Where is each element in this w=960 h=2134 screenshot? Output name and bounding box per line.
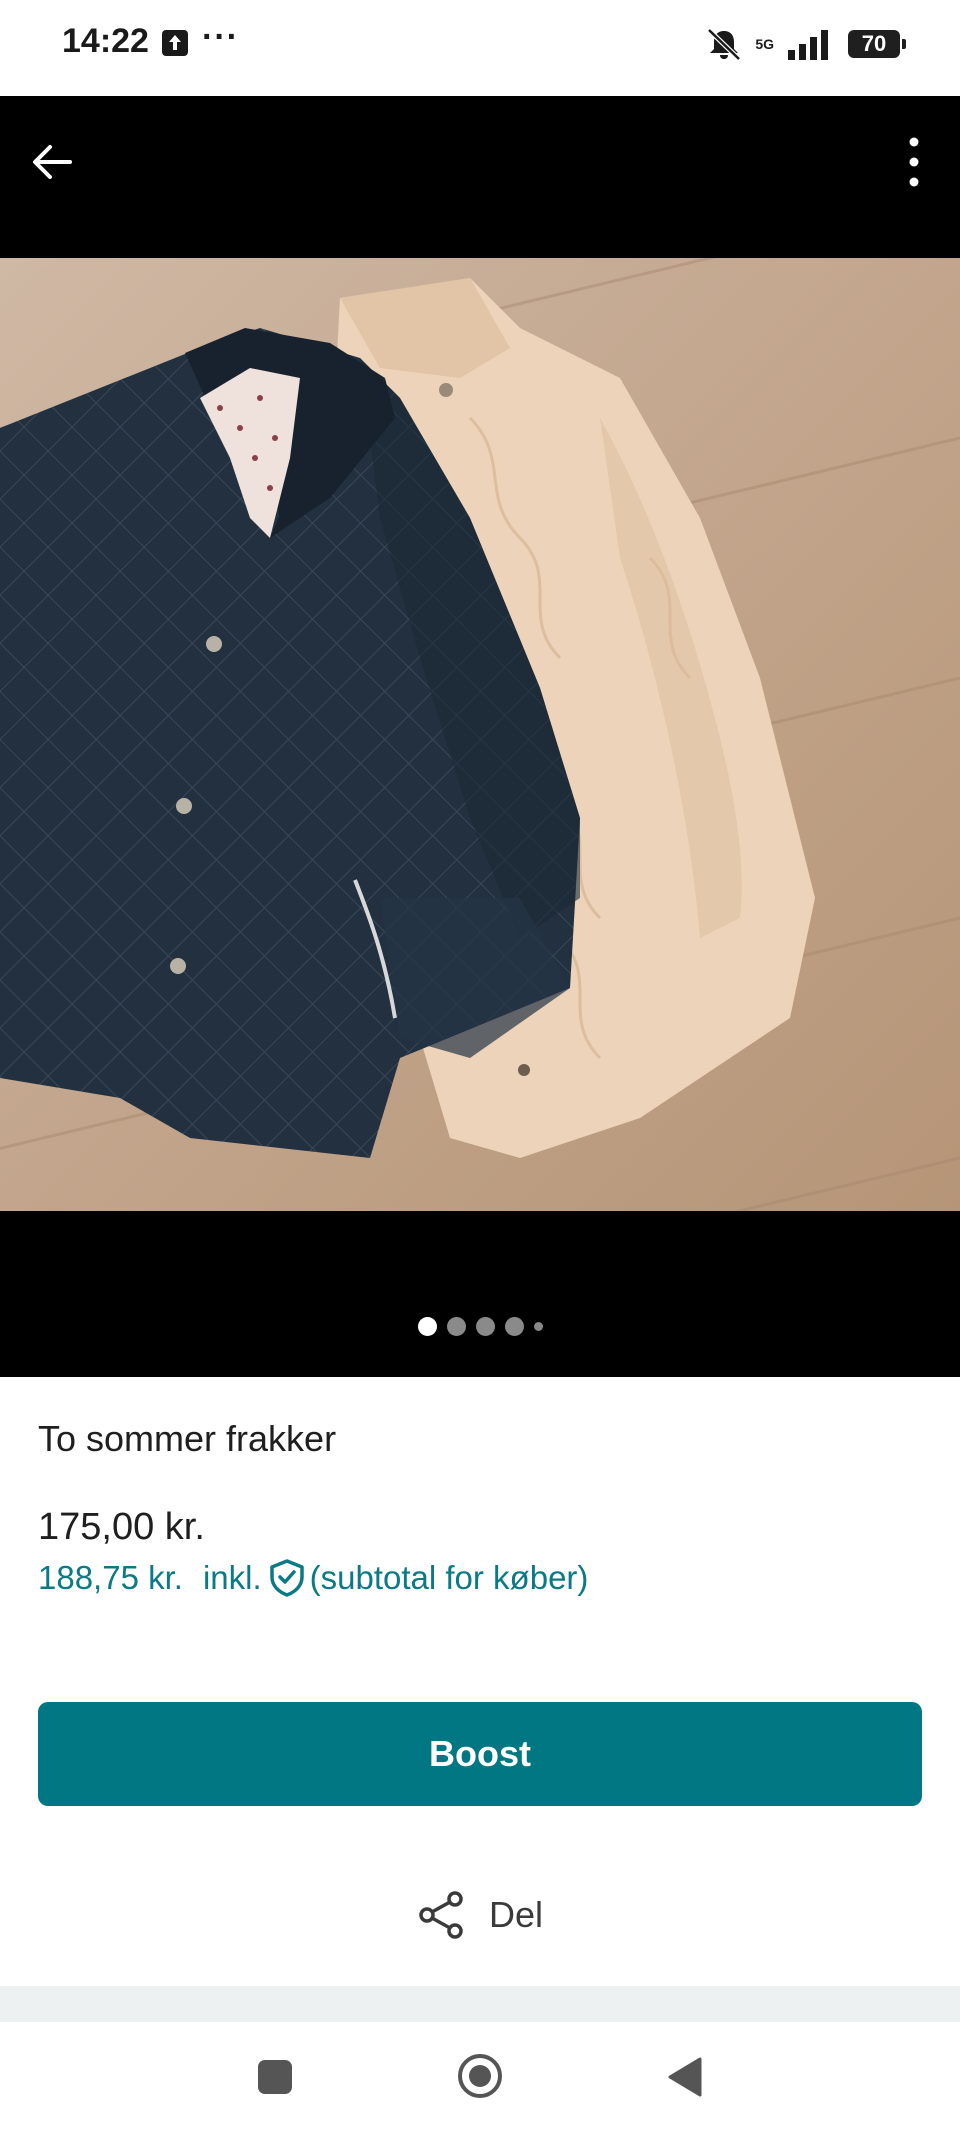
share-icon [419, 1891, 463, 1939]
subtotal-price: 188,75 kr. [38, 1559, 183, 1596]
listing-photo[interactable] [0, 258, 960, 1211]
pagination-dot[interactable] [475, 1316, 495, 1336]
network-type: 5G [755, 36, 774, 52]
buyer-subtotal[interactable]: 188,75 kr. inkl. (subtotal for køber) [38, 1558, 588, 1598]
battery-level: 70 [861, 31, 887, 56]
pagination-dot[interactable] [446, 1316, 466, 1336]
navigation-bar [0, 2022, 960, 2134]
recent-apps-icon[interactable] [258, 2060, 292, 2094]
fee-note: (subtotal for køber) [309, 1559, 589, 1596]
boost-button[interactable]: Boost [38, 1702, 922, 1806]
image-pagination [0, 1316, 960, 1336]
upload-icon [162, 30, 188, 56]
signal-icon [788, 30, 828, 60]
pagination-dot-active[interactable] [417, 1316, 437, 1336]
more-dots-icon: ··· [202, 18, 239, 56]
battery-icon: 70 [848, 30, 906, 58]
arrow-left-icon[interactable] [26, 136, 78, 188]
listing-title: To sommer frakker [38, 1418, 337, 1459]
vertical-dots-icon[interactable] [894, 134, 934, 190]
section-divider [0, 1986, 960, 2022]
photo-viewer[interactable] [0, 96, 960, 1377]
status-bar: 14:22 ··· 5G 70 [0, 0, 960, 96]
pagination-dot[interactable] [504, 1316, 524, 1336]
share-label: Del [488, 1894, 544, 1935]
shield-check-icon [269, 1559, 304, 1597]
fee-label: inkl. [202, 1559, 262, 1596]
jackets-image [0, 258, 960, 1211]
pagination-dot[interactable] [533, 1321, 543, 1331]
home-icon[interactable] [456, 2052, 504, 2100]
mute-icon [707, 28, 742, 61]
listing-price: 175,00 kr. [38, 1506, 205, 1548]
status-time: 14:22 [62, 22, 149, 60]
back-triangle-icon[interactable] [666, 2056, 702, 2098]
share-button[interactable]: Del [0, 1880, 960, 1950]
